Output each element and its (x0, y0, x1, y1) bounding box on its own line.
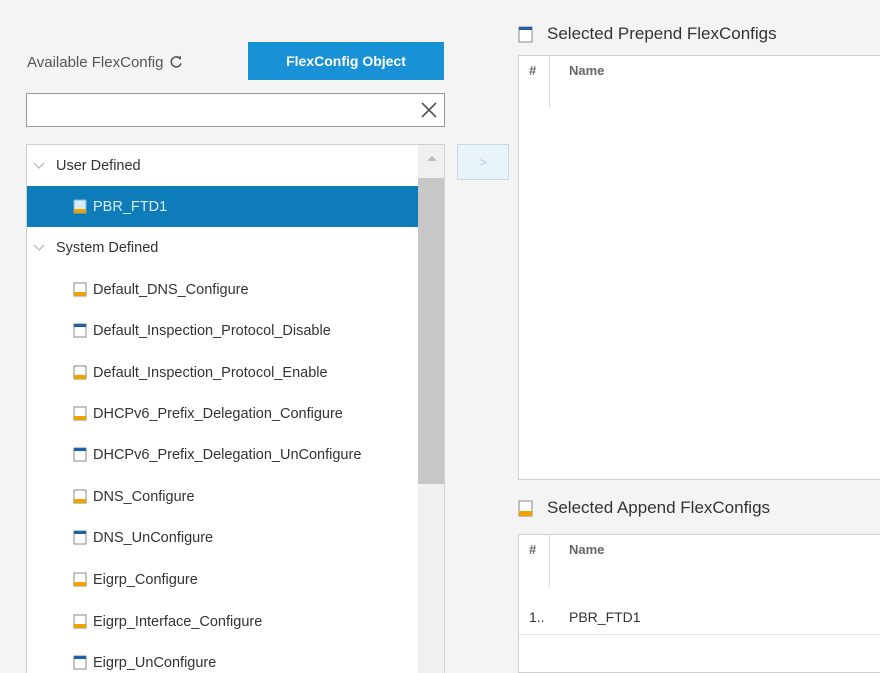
tree-item-eigrp-interface-configure[interactable]: Eigrp_Interface_Configure (27, 601, 418, 642)
tree-group-user-defined[interactable]: User Defined (27, 145, 418, 186)
tree-item-label: PBR_FTD1 (93, 198, 168, 215)
append-title: Selected Append FlexConfigs (547, 498, 771, 517)
append-table: # Name 1.. PBR_FTD1 (518, 534, 880, 673)
file-text-icon (518, 500, 533, 516)
prepend-table: # Name (518, 55, 880, 480)
tree-item-default-inspection-protocol-disable[interactable]: Default_Inspection_Protocol_Disable (27, 310, 418, 351)
close-icon[interactable] (420, 101, 438, 119)
file-blank-icon (73, 655, 87, 670)
search-input[interactable] (27, 94, 407, 126)
scroll-up-arrow-icon[interactable] (425, 153, 439, 163)
row-number: 1.. (529, 609, 545, 625)
tree-group-system-defined[interactable]: System Defined (27, 227, 418, 268)
tree-item-label: DHCPv6_Prefix_Delegation_Configure (93, 405, 343, 422)
file-text-icon (73, 199, 87, 214)
chevron-down-icon (33, 162, 45, 169)
tree-item-dhcpv6-prefix-delegation-configure[interactable]: DHCPv6_Prefix_Delegation_Configure (27, 393, 418, 434)
prepend-title: Selected Prepend FlexConfigs (547, 24, 777, 43)
search-box (26, 93, 445, 127)
tree-item-dns-unconfigure[interactable]: DNS_UnConfigure (27, 517, 418, 558)
tree-item-label: Default_Inspection_Protocol_Enable (93, 364, 328, 381)
file-text-icon (73, 365, 87, 380)
append-col-number: # (529, 541, 537, 557)
tree-scrollbar[interactable] (418, 145, 444, 673)
tree-item-label: Default_DNS_Configure (93, 281, 249, 298)
prepend-col-name: Name (569, 62, 605, 78)
file-blank-icon (73, 530, 87, 545)
column-divider (549, 535, 550, 587)
tree-item-dhcpv6-prefix-delegation-unconfigure[interactable]: DHCPv6_Prefix_Delegation_UnConfigure (27, 434, 418, 475)
file-text-icon (73, 614, 87, 629)
flexconfig-object-button[interactable]: FlexConfig Object (248, 42, 444, 80)
append-col-name: Name (569, 541, 605, 557)
tree-item-label: DNS_Configure (93, 488, 195, 505)
tree-item-label: DNS_UnConfigure (93, 529, 214, 546)
available-flexconfig-label: Available FlexConfig (27, 53, 164, 71)
tree-item-eigrp-unconfigure[interactable]: Eigrp_UnConfigure (27, 642, 418, 673)
tree-item-eigrp-configure[interactable]: Eigrp_Configure (27, 559, 418, 600)
tree-item-label: Eigrp_Interface_Configure (93, 613, 263, 630)
tree-item-label: Eigrp_Configure (93, 571, 198, 588)
refresh-icon[interactable] (169, 55, 183, 69)
file-blank-icon (73, 323, 87, 338)
prepend-header: Selected Prepend FlexConfigs (518, 19, 777, 49)
tree-item-label: Eigrp_UnConfigure (93, 654, 217, 671)
chevron-down-icon (33, 244, 45, 251)
file-text-icon (73, 282, 87, 297)
tree-group-label: System Defined (56, 239, 159, 256)
prepend-col-number: # (529, 62, 537, 78)
file-blank-icon (518, 26, 533, 42)
append-header: Selected Append FlexConfigs (518, 493, 770, 523)
tree-item-pbr-ftd1[interactable]: PBR_FTD1 (27, 186, 418, 227)
table-row[interactable]: 1.. PBR_FTD1 (519, 601, 880, 635)
tree-item-label: Default_Inspection_Protocol_Disable (93, 322, 331, 339)
file-text-icon (73, 406, 87, 421)
file-text-icon (73, 489, 87, 504)
file-text-icon (73, 572, 87, 587)
file-blank-icon (73, 447, 87, 462)
column-divider (549, 56, 550, 108)
tree-group-label: User Defined (56, 157, 141, 174)
scroll-thumb[interactable] (418, 178, 444, 484)
tree-item-default-dns-configure[interactable]: Default_DNS_Configure (27, 269, 418, 310)
tree-item-label: DHCPv6_Prefix_Delegation_UnConfigure (93, 446, 362, 463)
available-flexconfig-header: Available FlexConfig (27, 44, 183, 80)
tree-item-dns-configure[interactable]: DNS_Configure (27, 476, 418, 517)
row-name: PBR_FTD1 (569, 609, 641, 625)
tree-item-default-inspection-protocol-enable[interactable]: Default_Inspection_Protocol_Enable (27, 352, 418, 393)
available-flexconfig-tree: User Defined PBR_FTD1 System Defined Def… (26, 144, 445, 673)
add-to-selected-button[interactable]: > (457, 144, 509, 180)
